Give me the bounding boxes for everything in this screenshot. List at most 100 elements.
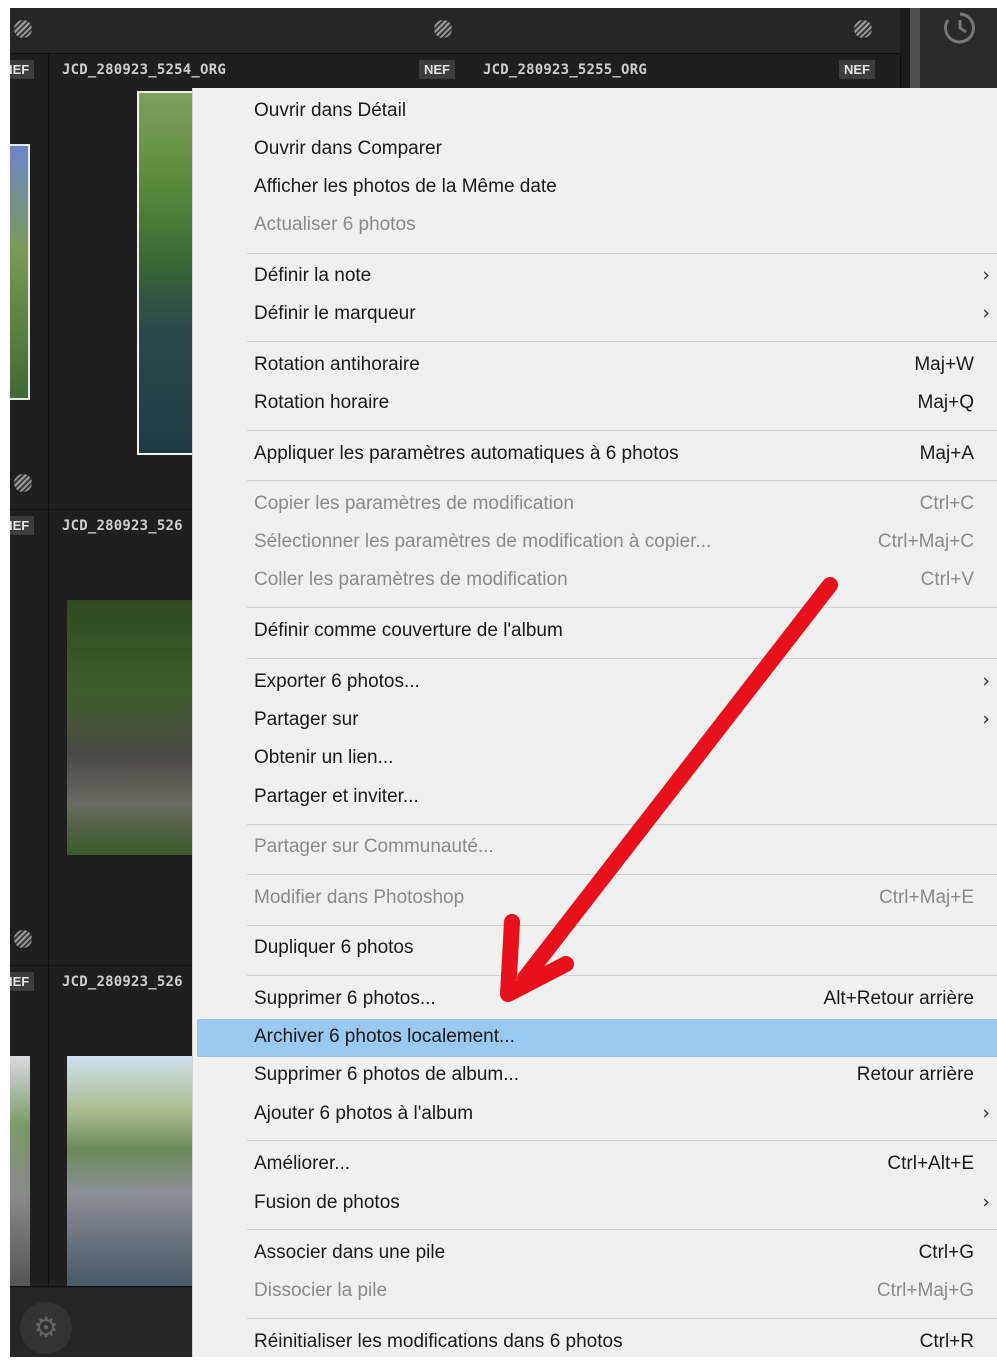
menu-item-label: Réinitialiser les modifications dans 6 p… [254,1331,623,1352]
photo-thumbnail[interactable] [10,144,30,400]
settings-gear-icon[interactable]: ⚙ [20,1302,72,1354]
menu-item-label: Supprimer 6 photos... [254,988,436,1009]
menu-item-modifier-dans-photoshop[interactable]: Modifier dans Photoshop Ctrl+Maj+E [193,880,997,918]
format-badge: NEF [839,60,875,79]
menu-item-shortcut: Retour arrière [856,1064,974,1085]
menu-item-fusion-de-photos[interactable]: Fusion de photos › [193,1185,997,1223]
submenu-chevron-icon: › [982,1191,990,1213]
menu-item-definir-le-marqueur[interactable]: Définir le marqueur › [193,296,997,334]
menu-item-ajouter-6-photos-a-l-album[interactable]: Ajouter 6 photos à l'album › [193,1096,997,1134]
menu-item-dissocier-la-pile[interactable]: Dissocier la pile Ctrl+Maj+G [193,1273,997,1311]
menu-separator [247,1229,997,1230]
photo-cell-partial[interactable]: IEF [10,510,49,966]
menu-item-label: Obtenir un lien... [254,747,394,768]
menu-item-definir-comme-couverture-de-l-album[interactable]: Définir comme couverture de l'album [193,613,997,651]
menu-item-shortcut: Ctrl+G [918,1242,974,1263]
stack-indicator-icon [14,930,32,948]
menu-item-label: Définir la note [254,265,372,286]
submenu-chevron-icon: › [982,302,990,324]
menu-separator [247,430,997,431]
photo-filename: JCD_280923_5254_ORG [62,62,226,78]
menu-item-label: Modifier dans Photoshop [254,887,465,908]
stack-indicator-icon [14,474,32,492]
menu-separator [247,341,997,342]
menu-item-obtenir-un-lien[interactable]: Obtenir un lien... [193,740,997,778]
menu-separator [247,1140,997,1141]
menu-item-shortcut: Maj+W [914,354,974,375]
photo-thumbnail[interactable] [67,1056,197,1286]
menu-item-label: Ouvrir dans Détail [254,100,407,121]
menu-separator [247,925,997,926]
menu-item-selectionner-les-parametres-de-modification-a-copier[interactable]: Sélectionner les paramètres de modificat… [193,524,997,562]
menu-item-shortcut: Ctrl+Maj+G [876,1280,974,1301]
menu-item-rotation-antihoraire[interactable]: Rotation antihoraire Maj+W [193,347,997,385]
menu-item-supprimer-6-photos-de-album[interactable]: Supprimer 6 photos de album... Retour arr… [193,1057,997,1095]
menu-item-label: Sélectionner les paramètres de modificat… [254,531,712,552]
menu-item-label: Coller les paramètres de modification [254,569,568,590]
stack-indicator-icon [434,20,452,38]
stack-indicator-icon [854,20,872,38]
menu-item-label: Actualiser 6 photos [254,214,416,235]
menu-item-dupliquer-6-photos[interactable]: Dupliquer 6 photos [193,930,997,968]
stack-indicator-icon [14,20,32,38]
menu-item-definir-la-note[interactable]: Définir la note › [193,258,997,296]
menu-separator [247,253,997,254]
menu-item-shortcut: Ctrl+R [919,1331,974,1352]
menu-item-label: Ajouter 6 photos à l'album [254,1103,474,1124]
photo-thumbnail[interactable] [10,1056,30,1286]
menu-item-supprimer-6-photos[interactable]: Supprimer 6 photos... Alt+Retour arrière [193,981,997,1019]
menu-item-shortcut: Maj+Q [917,392,975,413]
menu-item-associer-dans-une-pile[interactable]: Associer dans une pile Ctrl+G [193,1235,997,1273]
photo-filename: JCD_280923_526 [62,974,183,990]
menu-item-label: Copier les paramètres de modification [254,493,574,514]
photo-cell-partial[interactable]: IEF [10,966,49,1287]
menu-item-label: Supprimer 6 photos de album... [254,1064,520,1085]
menu-separator [247,658,997,659]
menu-item-ouvrir-dans-detail[interactable]: Ouvrir dans Détail [193,93,997,131]
menu-item-label: Partager sur Communauté... [254,836,494,857]
menu-item-ouvrir-dans-comparer[interactable]: Ouvrir dans Comparer [193,131,997,169]
format-badge: NEF [419,60,455,79]
menu-item-partager-sur-communaute[interactable]: Partager sur Communauté... [193,829,997,867]
menu-item-label: Partager et inviter... [254,786,419,807]
menu-item-label: Archiver 6 photos localement... [254,1026,515,1047]
photo-filename: JCD_280923_526 [62,518,183,534]
grid-top-bar [10,8,900,54]
menu-item-copier-les-parametres-de-modification[interactable]: Copier les paramètres de modification Ctr… [193,486,997,524]
menu-item-shortcut: Alt+Retour arrière [823,988,974,1009]
menu-item-label: Dupliquer 6 photos [254,937,414,958]
menu-item-shortcut: Ctrl+C [919,493,974,514]
menu-item-afficher-les-photos-de-la-meme-date[interactable]: Afficher les photos de la Même date [193,169,997,207]
menu-item-ameliorer[interactable]: Améliorer... Ctrl+Alt+E [193,1146,997,1184]
menu-item-shortcut: Ctrl+Alt+E [887,1153,974,1174]
menu-item-appliquer-les-parametres-automatiques-a-6-photos[interactable]: Appliquer les paramètres automatiques à … [193,436,997,474]
context-menu: Ouvrir dans Détail Ouvrir dans Comparer Af… [192,88,997,1357]
menu-item-label: Exporter 6 photos... [254,671,420,692]
menu-item-label: Associer dans une pile [254,1242,446,1263]
photo-thumbnail[interactable] [67,600,197,855]
submenu-chevron-icon: › [982,264,990,286]
format-badge: IEF [10,516,35,535]
menu-item-exporter-6-photos[interactable]: Exporter 6 photos... › [193,664,997,702]
menu-item-partager-et-inviter[interactable]: Partager et inviter... [193,779,997,817]
history-clock-icon[interactable] [940,8,980,48]
photo-filename: JCD_280923_5255_ORG [483,62,647,78]
menu-item-label: Rotation horaire [254,392,390,413]
menu-item-coller-les-parametres-de-modification[interactable]: Coller les paramètres de modification Ctr… [193,562,997,600]
menu-item-archiver-6-photos-localement[interactable]: Archiver 6 photos localement... [197,1019,997,1057]
photo-cell-partial[interactable]: IEF [10,54,49,510]
menu-item-shortcut: Maj+A [919,443,974,464]
menu-item-label: Ouvrir dans Comparer [254,138,442,159]
menu-item-shortcut: Ctrl+V [920,569,974,590]
menu-item-rotation-horaire[interactable]: Rotation horaire Maj+Q [193,385,997,423]
menu-item-label: Appliquer les paramètres automatiques à … [254,443,679,464]
submenu-chevron-icon: › [982,1102,990,1124]
menu-item-partager-sur[interactable]: Partager sur › [193,702,997,740]
format-badge: IEF [10,60,35,79]
menu-item-label: Fusion de photos [254,1192,400,1213]
menu-item-label: Partager sur [254,709,359,730]
menu-item-label: Dissocier la pile [254,1280,388,1301]
submenu-chevron-icon: › [982,670,990,692]
menu-item-reinitialiser-les-modifications-dans-6-photos[interactable]: Réinitialiser les modifications dans 6 p… [193,1324,997,1362]
menu-item-actualiser-6-photos[interactable]: Actualiser 6 photos [193,207,997,245]
